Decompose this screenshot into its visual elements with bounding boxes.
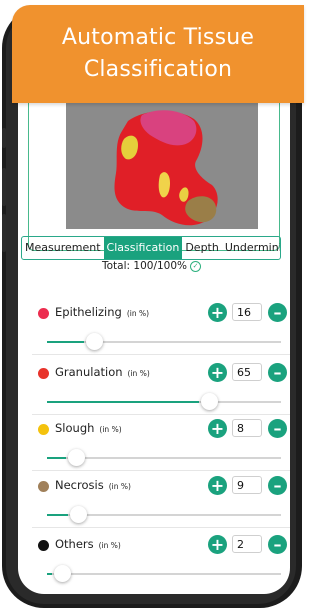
tissue-color-dot xyxy=(38,481,49,492)
volume-up-button xyxy=(2,168,6,206)
increment-button[interactable]: + xyxy=(208,303,227,322)
increment-button[interactable]: + xyxy=(208,363,227,382)
tissue-label: Others xyxy=(55,537,94,551)
increment-button[interactable]: + xyxy=(208,535,227,554)
mute-switch xyxy=(2,128,6,148)
percent-slider[interactable] xyxy=(47,393,281,410)
tissue-row: Slough (in %) +8– xyxy=(0,419,303,479)
percent-input[interactable]: 16 xyxy=(232,303,262,321)
slider-fill xyxy=(47,457,66,459)
title-banner: Automatic Tissue Classification xyxy=(12,5,304,103)
row-divider xyxy=(32,527,290,528)
banner-title-line1: Automatic Tissue xyxy=(61,25,255,50)
tab-classification[interactable]: Classification xyxy=(103,237,183,259)
slider-fill xyxy=(47,401,199,403)
tab-bar: Measurement Classification Depth Undermi… xyxy=(21,236,281,260)
slider-thumb[interactable] xyxy=(54,565,71,582)
percent-slider[interactable] xyxy=(47,449,281,466)
row-divider xyxy=(32,470,290,471)
tissue-color-dot xyxy=(38,308,49,319)
tab-measurement[interactable]: Measurement xyxy=(22,237,104,259)
percent-slider[interactable] xyxy=(47,565,281,582)
tissue-label: Slough xyxy=(55,421,95,435)
tissue-color-dot xyxy=(38,424,49,435)
percent-input[interactable]: 9 xyxy=(232,476,262,494)
decrement-button[interactable]: – xyxy=(268,419,287,438)
tissue-name: Necrosis (in %) xyxy=(55,478,131,492)
percent-slider[interactable] xyxy=(47,333,281,350)
slider-fill xyxy=(47,514,68,516)
percent-slider[interactable] xyxy=(47,506,281,523)
row-divider xyxy=(32,354,290,355)
tissue-color-dot xyxy=(38,540,49,551)
tab-undermining[interactable]: Underminin xyxy=(222,237,280,259)
tissue-unit: (in %) xyxy=(108,482,131,491)
slider-thumb[interactable] xyxy=(201,393,218,410)
tab-depth[interactable]: Depth xyxy=(182,237,222,259)
tissue-row: Necrosis (in %) +9– xyxy=(0,476,303,536)
tissue-name: Epithelizing (in %) xyxy=(55,305,149,319)
tissue-label: Necrosis xyxy=(55,478,104,492)
increment-button[interactable]: + xyxy=(208,419,227,438)
tissue-unit: (in %) xyxy=(98,541,121,550)
decrement-button[interactable]: – xyxy=(268,303,287,322)
volume-down-button xyxy=(2,214,6,252)
tissue-unit: (in %) xyxy=(126,309,150,318)
slider-fill xyxy=(47,341,84,343)
slider-thumb[interactable] xyxy=(86,333,103,350)
decrement-button[interactable]: – xyxy=(268,535,287,554)
total-label: Total: 100/100% xyxy=(102,260,187,272)
check-circle-icon: ✓ xyxy=(190,260,201,272)
slider-fill xyxy=(47,573,52,575)
slider-thumb[interactable] xyxy=(68,449,85,466)
percent-input[interactable]: 65 xyxy=(232,363,262,381)
tissue-name: Granulation (in %) xyxy=(55,365,150,379)
tissue-label: Granulation xyxy=(55,365,123,379)
tissue-color-dot xyxy=(38,368,49,379)
percent-input[interactable]: 2 xyxy=(232,535,262,553)
tissue-unit: (in %) xyxy=(127,369,150,378)
wound-segmentation-overlay xyxy=(66,103,258,229)
decrement-button[interactable]: – xyxy=(268,476,287,495)
wound-image xyxy=(66,103,258,229)
tissue-label: Epithelizing xyxy=(55,305,122,319)
percent-input[interactable]: 8 xyxy=(232,419,262,437)
row-divider xyxy=(32,414,290,415)
total-summary: Total: 100/100% ✓ xyxy=(0,260,303,272)
increment-button[interactable]: + xyxy=(208,476,227,495)
tissue-row: Epithelizing (in %) +16– xyxy=(0,303,303,363)
slider-thumb[interactable] xyxy=(70,506,87,523)
tissue-name: Others (in %) xyxy=(55,537,121,551)
tissue-name: Slough (in %) xyxy=(55,421,122,435)
decrement-button[interactable]: – xyxy=(268,363,287,382)
tissue-unit: (in %) xyxy=(99,425,122,434)
banner-title-line2: Classification xyxy=(83,57,233,82)
tissue-row: Granulation (in %) +65– xyxy=(0,363,303,423)
tissue-row: Others (in %) +2– xyxy=(0,535,303,595)
